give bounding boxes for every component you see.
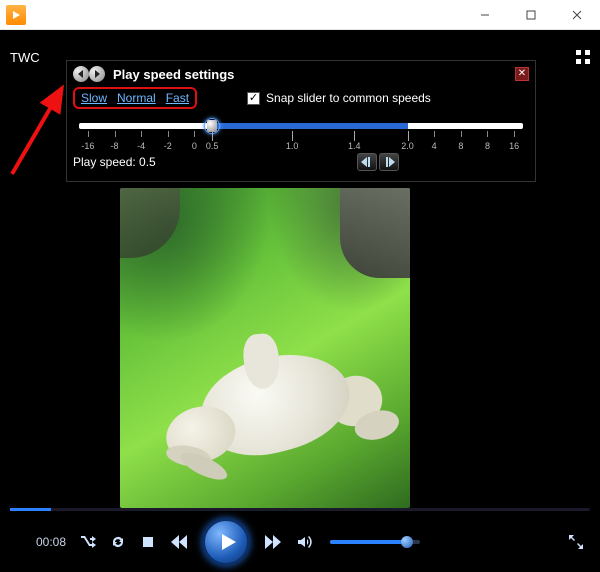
minimize-button[interactable] xyxy=(462,0,508,30)
shuffle-button[interactable] xyxy=(80,534,96,550)
snap-checkbox-row[interactable]: ✓ Snap slider to common speeds xyxy=(247,91,431,105)
play-speed-panel: Play speed settings ✕ Slow Normal Fast ✓… xyxy=(66,60,536,182)
snap-label: Snap slider to common speeds xyxy=(266,91,431,105)
play-button[interactable] xyxy=(202,518,250,566)
tick-label: -16 xyxy=(81,141,94,151)
close-button[interactable] xyxy=(554,0,600,30)
seek-bar[interactable] xyxy=(10,508,590,514)
tick-label: 2.0 xyxy=(401,141,414,151)
player-body: TWC Play speed settings ✕ Slow Normal Fa… xyxy=(0,30,600,572)
tick-label: 0.5 xyxy=(206,141,219,151)
tick-label: -8 xyxy=(111,141,119,151)
app-icon xyxy=(6,5,26,25)
tick-label: 1.0 xyxy=(286,141,299,151)
snap-checkbox[interactable]: ✓ xyxy=(247,92,260,105)
preset-fast[interactable]: Fast xyxy=(166,91,189,105)
volume-slider[interactable] xyxy=(330,540,420,544)
tick-label: 1.4 xyxy=(348,141,361,151)
speed-presets-highlight: Slow Normal Fast xyxy=(73,87,197,109)
close-icon: ✕ xyxy=(518,69,526,79)
maximize-button[interactable] xyxy=(508,0,554,30)
annotation-arrow xyxy=(4,74,74,184)
fullscreen-button[interactable] xyxy=(568,534,584,550)
panel-next-button[interactable] xyxy=(89,66,105,82)
compact-view-button[interactable] xyxy=(576,50,590,69)
panel-title: Play speed settings xyxy=(113,67,234,82)
repeat-button[interactable] xyxy=(110,534,126,550)
tick-label: -4 xyxy=(137,141,145,151)
tick-label: 4 xyxy=(432,141,437,151)
tick-label: -2 xyxy=(164,141,172,151)
preset-slow[interactable]: Slow xyxy=(81,91,107,105)
preset-normal[interactable]: Normal xyxy=(117,91,156,105)
fast-forward-button[interactable] xyxy=(264,533,282,551)
stop-button[interactable] xyxy=(140,534,156,550)
frame-forward-button[interactable] xyxy=(379,153,399,171)
rewind-button[interactable] xyxy=(170,533,188,551)
tick-label: 8 xyxy=(458,141,463,151)
panel-prev-button[interactable] xyxy=(73,66,89,82)
panel-close-button[interactable]: ✕ xyxy=(515,67,529,81)
transport-controls: 00:08 xyxy=(0,520,600,564)
tick-label: 0 xyxy=(192,141,197,151)
speed-slider[interactable]: -16-8-4-200.51.01.42.048816 xyxy=(79,123,523,145)
video-viewport[interactable] xyxy=(120,188,410,508)
frame-back-button[interactable] xyxy=(357,153,377,171)
speed-readout: Play speed: 0.5 xyxy=(73,155,156,169)
elapsed-time: 00:08 xyxy=(16,535,66,549)
tick-label: 8 xyxy=(485,141,490,151)
brand-label: TWC xyxy=(10,50,40,65)
window-titlebar xyxy=(0,0,600,30)
mute-button[interactable] xyxy=(296,534,312,550)
tick-label: 16 xyxy=(509,141,519,151)
